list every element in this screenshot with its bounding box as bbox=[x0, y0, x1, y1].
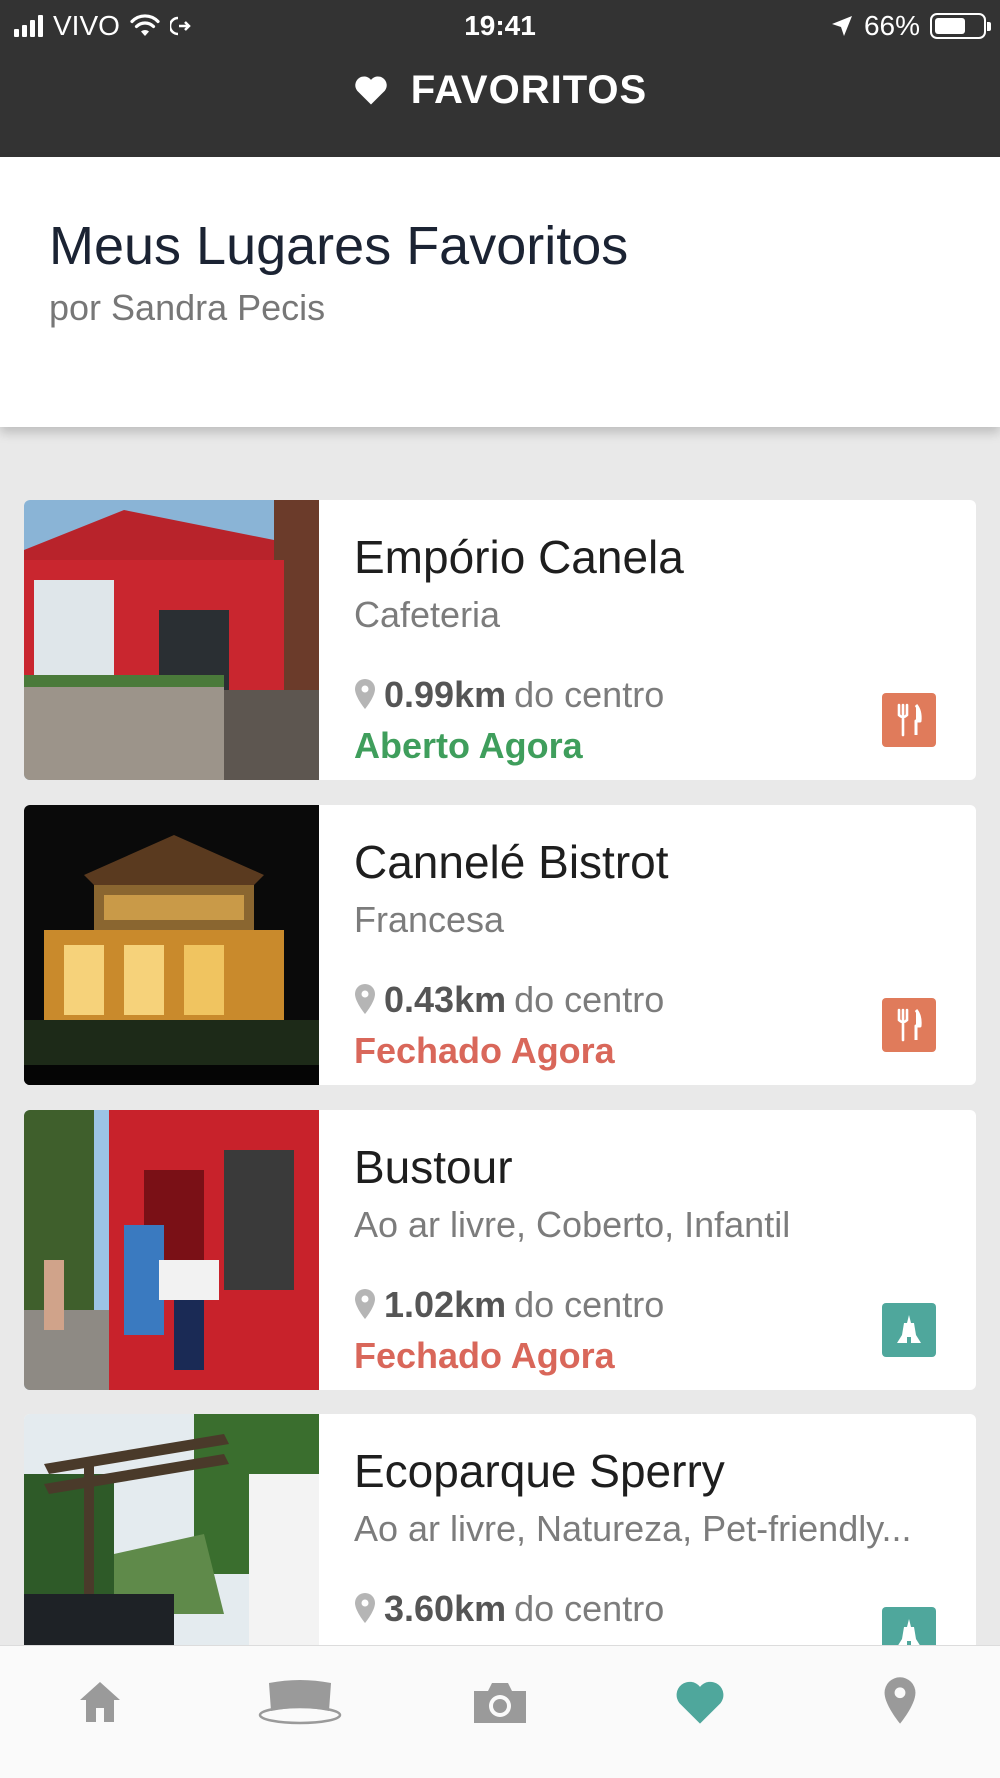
place-distance: 1.02km do centro bbox=[354, 1284, 664, 1326]
nav-favorites[interactable] bbox=[640, 1662, 760, 1742]
place-distance: 3.60km do centro bbox=[354, 1588, 664, 1630]
home-icon bbox=[80, 1682, 120, 1722]
map-pin-icon bbox=[355, 984, 375, 1014]
place-card-emporio-canela[interactable]: Empório Canela Cafeteria 0.99km do centr… bbox=[24, 500, 976, 780]
location-pin-icon bbox=[884, 1677, 916, 1724]
status-right: 66% bbox=[830, 10, 991, 42]
map-pin-icon bbox=[355, 679, 375, 709]
distance-value: 3.60km bbox=[384, 1588, 507, 1629]
battery-percent: 66% bbox=[863, 10, 920, 41]
open-status: Aberto Agora bbox=[354, 725, 583, 766]
fork-knife-icon bbox=[897, 1008, 922, 1042]
distance-value: 0.99km bbox=[384, 674, 507, 715]
distance-value: 0.43km bbox=[384, 979, 507, 1020]
place-name: Bustour bbox=[354, 1141, 513, 1193]
landmark-icon bbox=[897, 1315, 921, 1343]
distance-suffix: do centro bbox=[514, 674, 665, 715]
place-name: Ecoparque Sperry bbox=[354, 1445, 725, 1497]
battery-fill bbox=[935, 18, 966, 34]
restaurant-badge bbox=[882, 693, 936, 747]
open-status: Fechado Agora bbox=[354, 1030, 615, 1071]
distance-suffix: do centro bbox=[514, 979, 665, 1020]
place-distance: 0.99km do centro bbox=[354, 674, 664, 716]
nav-tour[interactable] bbox=[240, 1662, 360, 1742]
attraction-badge bbox=[882, 1303, 936, 1357]
place-category: Ao ar livre, Natureza, Pet-friendly... bbox=[354, 1508, 912, 1549]
place-photo bbox=[24, 1110, 319, 1390]
nav-camera[interactable] bbox=[440, 1662, 560, 1742]
bottom-nav bbox=[0, 1645, 1000, 1778]
page-title: FAVORITOS bbox=[410, 67, 648, 112]
fork-knife-icon bbox=[897, 703, 922, 737]
nav-home[interactable] bbox=[40, 1662, 160, 1742]
place-name: Cannelé Bistrot bbox=[354, 836, 669, 888]
map-pin-icon bbox=[355, 1289, 375, 1319]
distance-suffix: do centro bbox=[514, 1588, 665, 1629]
page-header: FAVORITOS bbox=[0, 62, 1000, 118]
location-arrow-icon bbox=[831, 16, 852, 36]
list-title: Meus Lugares Favoritos bbox=[49, 216, 629, 276]
heart-icon bbox=[676, 1681, 724, 1724]
place-card-bustour[interactable]: Bustour Ao ar livre, Coberto, Infantil 1… bbox=[24, 1110, 976, 1390]
place-category: Francesa bbox=[354, 899, 505, 940]
place-card-cannele-bistrot[interactable]: Cannelé Bistrot Francesa 0.43km do centr… bbox=[24, 805, 976, 1085]
place-photo bbox=[24, 805, 319, 1085]
nav-location[interactable] bbox=[840, 1662, 960, 1742]
tour-map-icon bbox=[258, 1680, 342, 1725]
top-bar: VIVO 19:41 66% FAVORITOS bbox=[0, 0, 1000, 157]
battery-icon bbox=[930, 13, 991, 39]
distance-suffix: do centro bbox=[514, 1284, 665, 1325]
list-author: por Sandra Pecis bbox=[49, 287, 326, 328]
camera-icon bbox=[474, 1683, 526, 1723]
place-category: Cafeteria bbox=[354, 594, 501, 635]
favorites-intro: Meus Lugares Favoritos por Sandra Pecis bbox=[0, 157, 1000, 427]
place-category: Ao ar livre, Coberto, Infantil bbox=[354, 1204, 791, 1245]
status-bar: VIVO 19:41 66% bbox=[0, 0, 1000, 52]
restaurant-badge bbox=[882, 998, 936, 1052]
place-photo bbox=[24, 500, 319, 780]
open-status: Fechado Agora bbox=[354, 1335, 615, 1376]
map-pin-icon bbox=[355, 1593, 375, 1623]
place-distance: 0.43km do centro bbox=[354, 979, 664, 1021]
place-name: Empório Canela bbox=[354, 531, 684, 583]
distance-value: 1.02km bbox=[384, 1284, 507, 1325]
heart-icon bbox=[355, 76, 387, 105]
